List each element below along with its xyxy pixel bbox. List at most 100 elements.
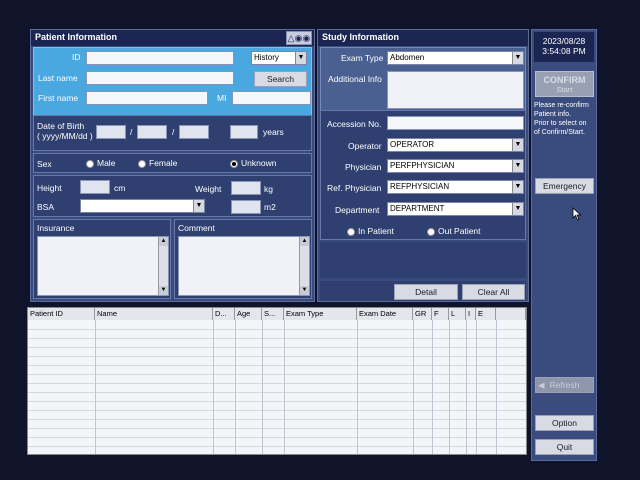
comment-section: Comment ▲ ▼ <box>174 219 312 299</box>
out-patient-label: Out Patient <box>438 226 481 236</box>
accession-field[interactable] <box>387 116 524 130</box>
insurance-section: Insurance ▲ ▼ <box>33 219 171 299</box>
additional-info-label: Additional Info <box>328 74 382 84</box>
study-info-title: Study Information <box>318 30 528 46</box>
study-button-bar: Detail Clear All <box>320 281 526 301</box>
study-empty-area <box>320 242 526 278</box>
weight-field[interactable] <box>231 181 261 195</box>
ref-physician-label: Ref. Physician <box>327 183 382 193</box>
col-sex[interactable]: S... <box>262 308 284 320</box>
in-patient-radio[interactable]: In Patient <box>347 226 394 236</box>
confirm-button[interactable]: CONFIRM Start <box>535 71 594 97</box>
confirm-message: Please re-confirm Patient info. Prior to… <box>534 101 598 137</box>
height-field[interactable] <box>80 180 110 194</box>
patient-list-table: Patient ID Name D... Age S... Exam Type … <box>27 307 527 455</box>
col-gr[interactable]: GR <box>413 308 432 320</box>
sex-section: Sex Male Female Unknown <box>33 153 312 173</box>
confirm-label: CONFIRM <box>543 75 586 85</box>
col-e[interactable]: E <box>476 308 496 320</box>
exam-type-select[interactable]: Abdomen ▼ <box>387 51 524 65</box>
chevron-down-icon: ▼ <box>512 181 523 193</box>
sex-female-radio[interactable]: Female <box>138 158 177 168</box>
dob-month-field[interactable] <box>137 125 167 139</box>
radio-icon <box>427 227 435 236</box>
col-f[interactable]: F <box>432 308 449 320</box>
department-label: Department <box>335 205 380 215</box>
study-info-panel: Study Information Exam Type Abdomen ▼ Ad… <box>317 29 529 302</box>
col-exam-type[interactable]: Exam Type <box>284 308 357 320</box>
date-display: 2023/08/28 <box>542 36 586 46</box>
scroll-up-icon[interactable]: ▲ <box>159 237 168 246</box>
clear-all-button[interactable]: Clear All <box>462 284 525 300</box>
emergency-button[interactable]: Emergency <box>535 178 594 194</box>
refresh-button[interactable]: ◀ Refresh <box>535 377 594 393</box>
col-patient-id[interactable]: Patient ID <box>28 308 95 320</box>
comment-field[interactable]: ▲ ▼ <box>178 236 310 296</box>
chevron-down-icon: ▼ <box>512 203 523 215</box>
ref-physician-value: REFPHYSICIAN <box>390 182 450 191</box>
scroll-down-icon[interactable]: ▼ <box>159 286 168 295</box>
physician-value: PERFPHYSICIAN <box>390 161 455 170</box>
sex-female-label: Female <box>149 158 178 168</box>
chevron-down-icon: ▼ <box>512 52 523 64</box>
history-select-value: History <box>254 53 279 62</box>
lastname-field[interactable] <box>86 71 234 85</box>
sex-label: Sex <box>37 159 52 169</box>
additional-info-field[interactable] <box>387 71 524 109</box>
physician-select[interactable]: PERFPHYSICIAN ▼ <box>387 159 524 173</box>
dob-day-field[interactable] <box>179 125 209 139</box>
comment-label: Comment <box>178 223 215 233</box>
dob-label: Date of Birth <box>37 121 85 131</box>
detail-button[interactable]: Detail <box>394 284 458 300</box>
col-age[interactable]: Age <box>235 308 262 320</box>
bsa-select[interactable]: ▼ <box>80 199 205 213</box>
age-field[interactable] <box>230 125 258 139</box>
sex-unknown-label: Unknown <box>241 158 277 168</box>
height-unit: cm <box>114 183 126 193</box>
exam-type-value: Abdomen <box>390 53 425 62</box>
refresh-label: Refresh <box>549 380 580 390</box>
dob-year-field[interactable] <box>96 125 126 139</box>
col-name[interactable]: Name <box>95 308 213 320</box>
bsa-field[interactable] <box>231 200 261 214</box>
dob-sep-2: / <box>172 127 175 137</box>
ref-physician-select[interactable]: REFPHYSICIAN ▼ <box>387 180 524 194</box>
chevron-down-icon: ▼ <box>512 139 523 151</box>
patient-list-icon[interactable]: △◉◉ <box>286 31 312 45</box>
time-display: 3:54:08 PM <box>542 46 586 56</box>
weight-label: Weight <box>195 184 222 194</box>
chevron-down-icon: ▼ <box>512 160 523 172</box>
table-grid-lines <box>28 320 526 454</box>
operator-select[interactable]: OPERATOR ▼ <box>387 138 524 152</box>
department-select[interactable]: DEPARTMENT ▼ <box>387 202 524 216</box>
col-l[interactable]: L <box>449 308 466 320</box>
col-i[interactable]: I <box>466 308 476 320</box>
quit-button[interactable]: Quit <box>535 439 594 455</box>
sex-unknown-radio[interactable]: Unknown <box>230 158 276 168</box>
in-patient-label: In Patient <box>358 226 394 236</box>
scroll-down-icon[interactable]: ▼ <box>300 286 309 295</box>
operator-value: OPERATOR <box>390 140 435 149</box>
col-filler <box>496 308 526 320</box>
scroll-up-icon[interactable]: ▲ <box>300 237 309 246</box>
patient-info-title: Patient Information <box>31 30 314 46</box>
id-field[interactable] <box>86 51 234 65</box>
bsa-label: BSA <box>37 202 55 212</box>
option-button[interactable]: Option <box>535 415 594 431</box>
sex-male-radio[interactable]: Male <box>86 158 115 168</box>
mi-field[interactable] <box>232 91 311 105</box>
col-exam-date[interactable]: Exam Date <box>357 308 413 320</box>
confirm-message-line: Please re-confirm <box>534 102 589 109</box>
comment-scrollbar[interactable]: ▲ ▼ <box>299 237 309 295</box>
out-patient-radio[interactable]: Out Patient <box>427 226 481 236</box>
insurance-field[interactable]: ▲ ▼ <box>37 236 169 296</box>
confirm-message-line: of Confirm/Start. <box>534 129 585 136</box>
physician-label: Physician <box>345 162 382 172</box>
search-button[interactable]: Search <box>254 71 307 87</box>
sex-male-label: Male <box>97 158 116 168</box>
id-label: ID <box>72 52 81 62</box>
insurance-scrollbar[interactable]: ▲ ▼ <box>158 237 168 295</box>
history-select[interactable]: History ▼ <box>251 51 307 65</box>
firstname-field[interactable] <box>86 91 208 105</box>
col-dob[interactable]: D... <box>213 308 235 320</box>
